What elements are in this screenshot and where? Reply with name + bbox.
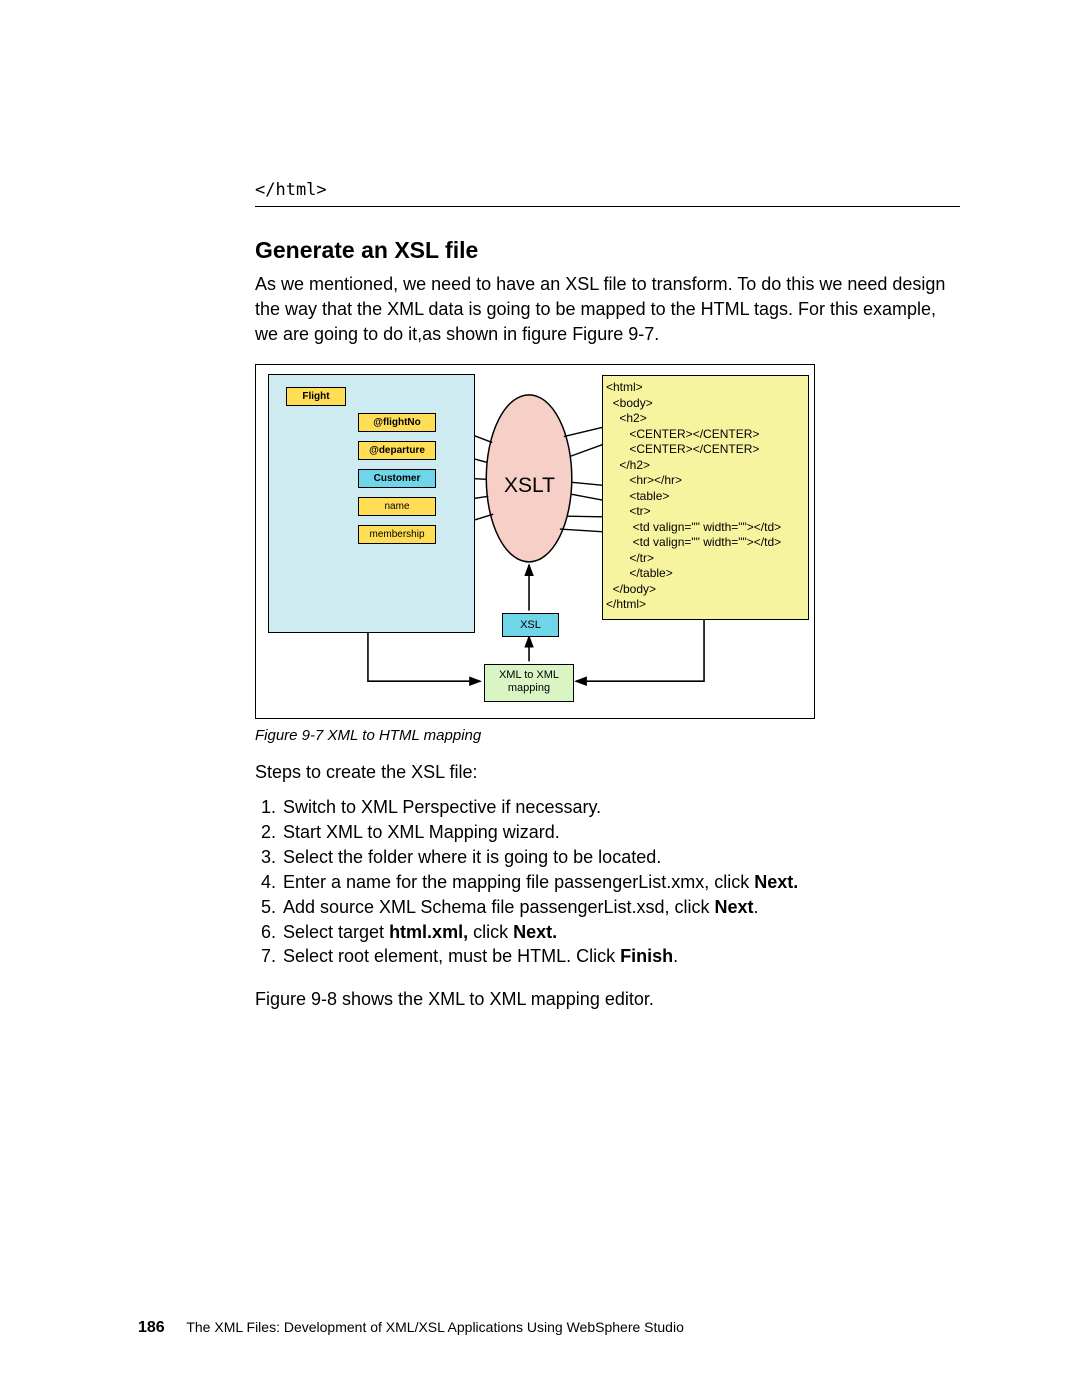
node-flightno: @flightNo — [358, 413, 436, 432]
steps-intro: Steps to create the XSL file: — [255, 762, 960, 783]
figure-9-7: Flight @flightNo @departure Customer nam… — [255, 364, 815, 719]
html-target-panel: <html> <body> <h2> <CENTER></CENTER> <CE… — [602, 375, 809, 620]
node-departure: @departure — [358, 441, 436, 460]
figure-caption: Figure 9-7 XML to HTML mapping — [255, 727, 960, 744]
mapping-box-line2: mapping — [508, 682, 550, 694]
node-flight: Flight — [286, 387, 346, 406]
steps-list: Switch to XML Perspective if necessary. … — [255, 795, 960, 969]
html-target-code: <html> <body> <h2> <CENTER></CENTER> <CE… — [603, 376, 808, 617]
page-footer: 186 The XML Files: Development of XML/XS… — [138, 1319, 960, 1337]
page-number: 186 — [138, 1319, 165, 1336]
step-4: Enter a name for the mapping file passen… — [281, 870, 960, 895]
step-5: Add source XML Schema file passengerList… — [281, 895, 960, 920]
closing-paragraph: Figure 9-8 shows the XML to XML mapping … — [255, 987, 960, 1012]
intro-paragraph: As we mentioned, we need to have an XSL … — [255, 272, 960, 346]
node-name: name — [358, 497, 436, 516]
horizontal-rule — [255, 206, 960, 207]
xsl-box: XSL — [502, 613, 559, 637]
code-line: </html> — [255, 180, 960, 200]
mapping-box: XML to XML mapping — [484, 664, 574, 702]
footer-title: The XML Files: Development of XML/XSL Ap… — [186, 1319, 684, 1335]
node-customer: Customer — [358, 469, 436, 488]
node-membership: membership — [358, 525, 436, 544]
step-2: Start XML to XML Mapping wizard. — [281, 820, 960, 845]
xslt-label: XSLT — [504, 474, 555, 498]
step-6: Select target html.xml, click Next. — [281, 920, 960, 945]
step-3: Select the folder where it is going to b… — [281, 845, 960, 870]
section-heading: Generate an XSL file — [255, 237, 960, 264]
step-7: Select root element, must be HTML. Click… — [281, 944, 960, 969]
page: </html> Generate an XSL file As we menti… — [0, 0, 1080, 1397]
mapping-box-line1: XML to XML — [499, 669, 559, 681]
step-1: Switch to XML Perspective if necessary. — [281, 795, 960, 820]
